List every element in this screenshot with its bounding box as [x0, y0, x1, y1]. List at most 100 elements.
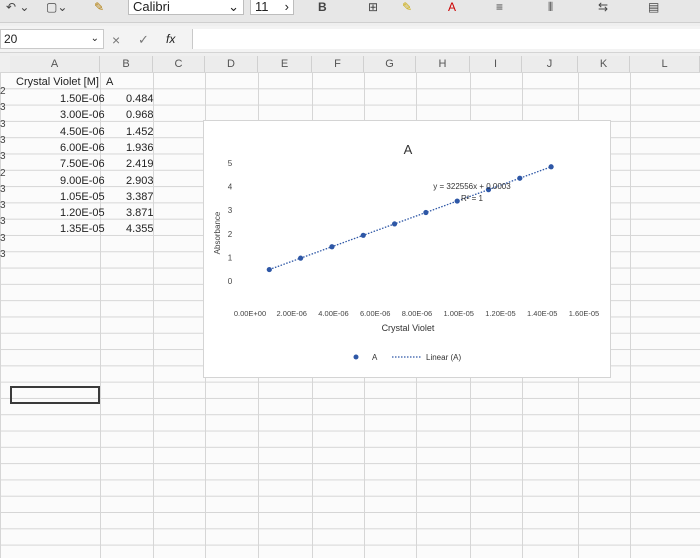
absorbance-cell[interactable]: 3.871 [126, 206, 154, 220]
concentration-cell[interactable]: 6.00E-06 [60, 141, 105, 155]
data-point [423, 209, 429, 216]
concentration-cell[interactable]: 4.50E-06 [60, 125, 105, 139]
concentration-cell[interactable]: 1.35E-05 [60, 222, 105, 236]
absorbance-cell[interactable]: 0.968 [126, 108, 154, 122]
insert-function-button[interactable]: fx [166, 32, 175, 46]
legend-series-label: A [372, 353, 378, 362]
x-tick-label: 6.00E-06 [360, 309, 390, 318]
x-tick-label: 1.60E-05 [569, 309, 599, 318]
column-header-k[interactable]: K [578, 56, 630, 72]
header-concentration[interactable]: Crystal Violet [M] [16, 75, 99, 89]
x-tick-label: 1.40E-05 [527, 309, 557, 318]
row-number[interactable]: 3 [0, 151, 8, 162]
absorbance-cell[interactable]: 1.452 [126, 125, 154, 139]
x-tick-label: 1.00E-05 [444, 309, 474, 318]
format-painter-icon[interactable]: ✎ [94, 0, 104, 14]
column-header-a[interactable]: A [10, 56, 100, 72]
concentration-cell[interactable]: 1.50E-06 [60, 92, 105, 106]
name-box-value: 20 [4, 32, 18, 46]
chart-object[interactable]: A 0 1 2 3 4 5 0.00E+00 2.00E-06 4.00E-06 6.00E-06 8… [203, 120, 611, 378]
font-size-value: 11 [255, 0, 269, 14]
concentration-cell[interactable]: 3.00E-06 [60, 108, 105, 122]
absorbance-cell[interactable]: 0.484 [126, 92, 154, 106]
fill-color-icon[interactable]: ✎ [402, 0, 412, 14]
chevron-down-icon: ⌄ [90, 33, 99, 44]
selected-cell[interactable] [10, 386, 100, 404]
row-number[interactable]: 3 [0, 135, 8, 146]
x-tick-label: 0.00E+00 [234, 309, 266, 318]
data-point [360, 232, 366, 238]
column-header-c[interactable]: C [153, 56, 205, 72]
row-number[interactable]: 2 [0, 86, 8, 97]
data-point [548, 164, 554, 170]
ribbon: ↶ ⌄ ▢⌄ ✎ Calibri ⌄ 11 › B ⊞ ✎ A ≡ ⫴ ⇆ ▤ [0, 0, 700, 23]
concentration-cell[interactable]: 1.20E-05 [60, 206, 105, 220]
chevron-right-icon: › [284, 0, 289, 14]
y-tick-label: 0 [228, 277, 233, 286]
column-header-e[interactable]: E [258, 56, 312, 72]
align-icon[interactable]: ≡ [496, 0, 503, 14]
x-tick-label: 8.00E-06 [402, 309, 432, 318]
legend-marker [353, 354, 359, 360]
merge-icon[interactable]: ⇆ [598, 0, 608, 14]
y-tick-label: 3 [228, 206, 233, 215]
chevron-down-icon: ⌄ [228, 0, 239, 14]
column-header-j[interactable]: J [522, 56, 578, 72]
absorbance-cell[interactable]: 1.936 [126, 141, 154, 155]
borders-icon[interactable]: ⊞ [368, 0, 378, 14]
row-number[interactable]: 3 [0, 249, 8, 260]
column-header-f[interactable]: F [312, 56, 364, 72]
x-tick-label: 2.00E-06 [277, 309, 307, 318]
formula-input[interactable] [192, 29, 700, 49]
font-name-dropdown[interactable]: Calibri ⌄ [128, 0, 244, 15]
enter-icon[interactable]: ✓ [138, 32, 149, 48]
row-number[interactable]: 2 [0, 168, 8, 179]
paste-icon[interactable]: ▢⌄ [46, 0, 67, 14]
legend-trend-label: Linear (A) [426, 353, 461, 362]
trendline-equation: y = 322556x + 0.0003 [433, 182, 511, 191]
name-box[interactable]: 20 ⌄ [0, 29, 104, 49]
data-point [454, 198, 460, 204]
row-number[interactable]: 3 [0, 216, 8, 227]
data-point [329, 244, 335, 250]
concentration-cell[interactable]: 7.50E-06 [60, 157, 105, 171]
x-tick-label: 4.00E-06 [318, 309, 348, 318]
absorbance-cell[interactable]: 2.419 [126, 157, 154, 171]
wrap-icon[interactable]: ⫴ [548, 0, 553, 15]
undo-icon[interactable]: ↶ ⌄ [6, 0, 29, 14]
column-header-d[interactable]: D [205, 56, 258, 72]
column-header-g[interactable]: G [364, 56, 416, 72]
font-color-icon[interactable]: A [448, 0, 456, 14]
header-absorbance[interactable]: A [106, 75, 113, 89]
x-axis-title: Crystal Violet [382, 323, 435, 333]
column-header-i[interactable]: I [470, 56, 522, 72]
row-number[interactable]: 3 [0, 119, 8, 130]
bold-button[interactable]: B [318, 0, 327, 14]
font-name-value: Calibri [133, 0, 170, 14]
number-format-icon[interactable]: ▤ [648, 0, 659, 14]
concentration-cell[interactable]: 1.05E-05 [60, 190, 105, 204]
row-number[interactable]: 3 [0, 200, 8, 211]
y-tick-label: 4 [228, 183, 233, 192]
absorbance-cell[interactable]: 2.903 [126, 174, 154, 188]
scatter-chart: A 0 1 2 3 4 5 0.00E+00 2.00E-06 4.00E-06 6.00E-06 8… [213, 142, 599, 362]
absorbance-cell[interactable]: 4.355 [126, 222, 154, 236]
x-tick-label: 1.20E-05 [485, 309, 515, 318]
data-point [266, 266, 272, 273]
font-size-dropdown[interactable]: 11 › [250, 0, 294, 15]
column-header-b[interactable]: B [100, 56, 153, 72]
concentration-cell[interactable]: 9.00E-06 [60, 174, 105, 188]
y-tick-label: 2 [228, 230, 233, 239]
row-number[interactable]: 3 [0, 184, 8, 195]
y-tick-label: 1 [228, 253, 233, 262]
row-number[interactable]: 3 [0, 102, 8, 113]
row-number[interactable]: 3 [0, 233, 8, 244]
chart-title: A [404, 142, 413, 157]
cancel-icon[interactable]: × [112, 32, 120, 48]
absorbance-cell[interactable]: 3.387 [126, 190, 154, 204]
column-header-l[interactable]: L [630, 56, 700, 72]
data-point [298, 255, 304, 261]
trendline-r2: R² = 1 [461, 194, 484, 203]
column-header-h[interactable]: H [416, 56, 470, 72]
column-gridline [630, 72, 631, 558]
